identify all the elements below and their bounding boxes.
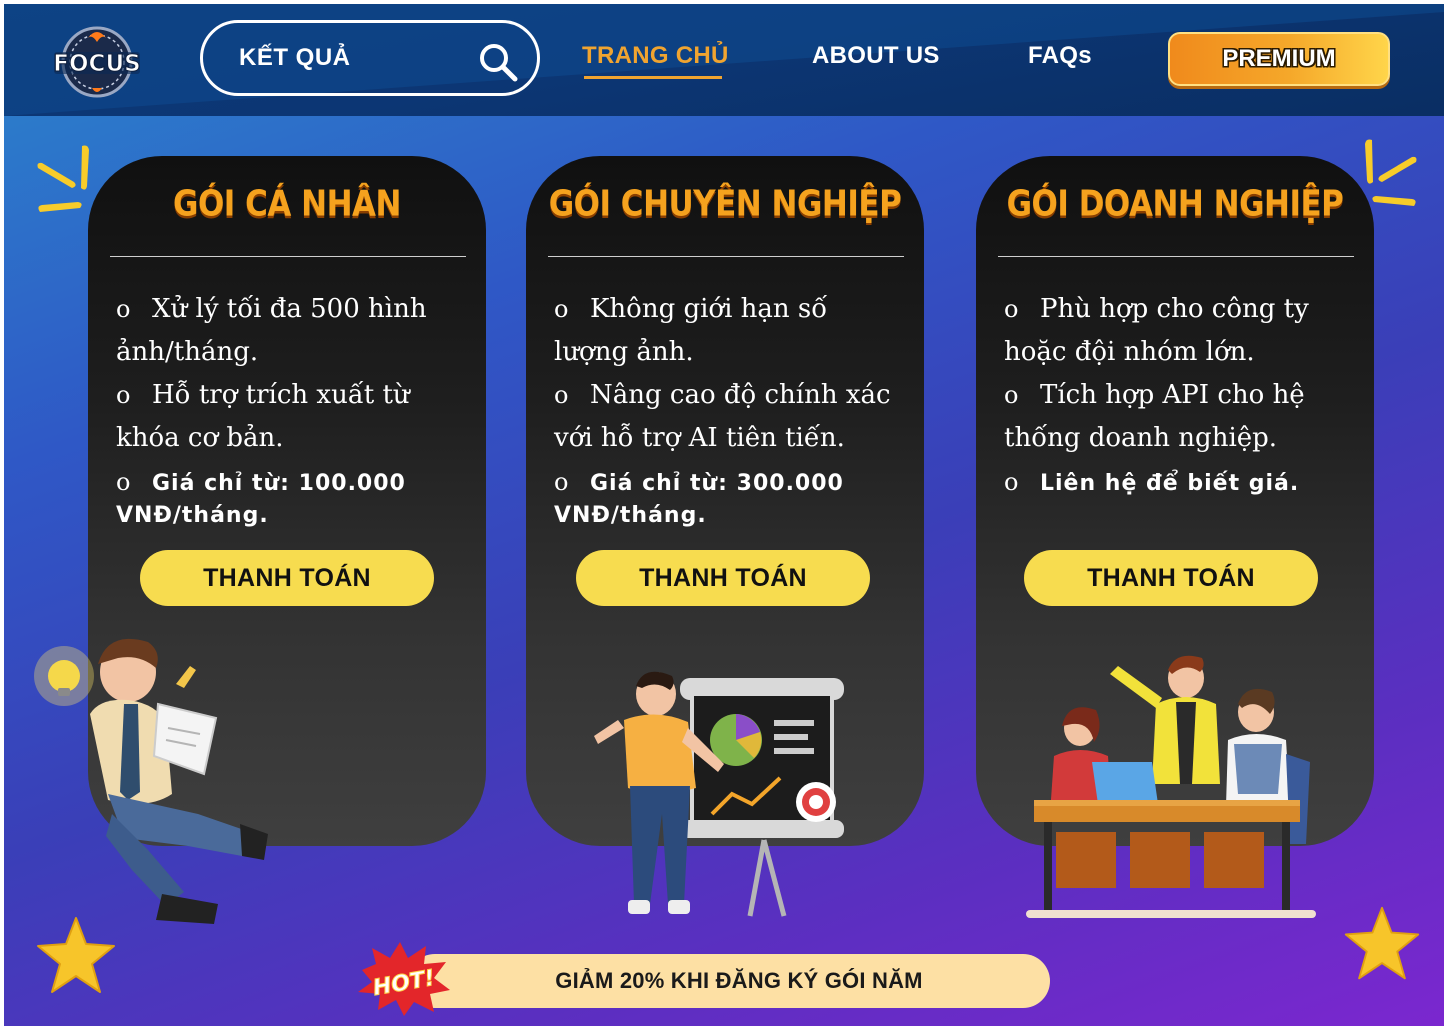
bullet: o <box>554 381 569 409</box>
feature-list: o Xử lý tối đa 500 hình ảnh/tháng. o Hỗ tr… <box>116 288 466 532</box>
bullet: o <box>1004 295 1019 323</box>
search-input[interactable]: KẾT QUẢ <box>239 44 351 72</box>
feature-list: o Không giới hạn số lượng ảnh. o Nâng cao … <box>554 288 904 532</box>
feature-item: o Nâng cao độ chính xác với hỗ trợ AI tiê… <box>554 374 904 460</box>
pricing-page: FOCUS KẾT QUẢ TRANG CHỦ ABOUT US FAQs PR… <box>4 4 1444 1026</box>
hot-badge-icon: HOT! <box>358 942 450 1016</box>
premium-button[interactable]: PREMIUM <box>1168 32 1390 86</box>
nav-home-underline <box>584 76 722 79</box>
svg-text:FOCUS: FOCUS <box>53 51 140 77</box>
pay-button[interactable]: THANH TOÁN <box>1024 550 1318 606</box>
nav-about-us[interactable]: ABOUT US <box>812 42 940 70</box>
divider <box>548 256 904 257</box>
nav-faqs[interactable]: FAQs <box>1028 42 1092 70</box>
divider <box>110 256 466 257</box>
bullet: o <box>116 468 132 496</box>
feature-item: o Xử lý tối đa 500 hình ảnh/tháng. <box>116 288 466 374</box>
bullet: o <box>1004 468 1020 496</box>
promo-text: GIẢM 20% KHI ĐĂNG KÝ GÓI NĂM <box>555 968 923 993</box>
price-item: o Giá chỉ từ: 300.000 VNĐ/tháng. <box>554 468 844 528</box>
pay-button[interactable]: THANH TOÁN <box>576 550 870 606</box>
feature-item: o Hỗ trợ trích xuất từ khóa cơ bản. <box>116 374 466 460</box>
price-item: o Giá chỉ từ: 100.000 VNĐ/tháng. <box>116 468 406 528</box>
team-meeting-illustration <box>1026 655 1316 918</box>
search-box[interactable]: KẾT QUẢ <box>200 20 540 96</box>
bullet: o <box>116 295 131 323</box>
feature-item: o Không giới hạn số lượng ảnh. <box>554 288 904 374</box>
presenter-illustration <box>594 671 844 917</box>
focus-logo[interactable]: FOCUS <box>52 24 142 100</box>
nav-home[interactable]: TRANG CHỦ <box>582 42 729 70</box>
price-item: o Liên hệ để biết giá. <box>1004 468 1300 496</box>
bullet: o <box>554 295 569 323</box>
bullet: o <box>116 381 131 409</box>
plan-title: GÓI DOANH NGHIỆP <box>1006 183 1344 225</box>
search-icon[interactable] <box>477 41 519 83</box>
feature-item: o Tích hợp API cho hệ thống doanh nghiệp. <box>1004 374 1354 460</box>
header-bar: FOCUS KẾT QUẢ TRANG CHỦ ABOUT US FAQs PR… <box>4 4 1444 116</box>
feature-item: o Phù hợp cho công ty hoặc đội nhóm lớn. <box>1004 288 1354 374</box>
bullet: o <box>554 468 570 496</box>
star-icon <box>1344 906 1420 980</box>
feature-list: o Phù hợp cho công ty hoặc đội nhóm lớn. … <box>1004 288 1354 500</box>
person-writing-illustration <box>34 638 268 924</box>
pay-button[interactable]: THANH TOÁN <box>140 550 434 606</box>
bullet: o <box>1004 381 1019 409</box>
plan-title: GÓI CHUYÊN NGHIỆP <box>548 183 902 225</box>
plan-title: GÓI CÁ NHÂN <box>173 183 401 225</box>
star-icon <box>37 917 115 993</box>
divider <box>998 256 1354 257</box>
promo-banner[interactable]: GIẢM 20% KHI ĐĂNG KÝ GÓI NĂM <box>408 954 1050 1008</box>
